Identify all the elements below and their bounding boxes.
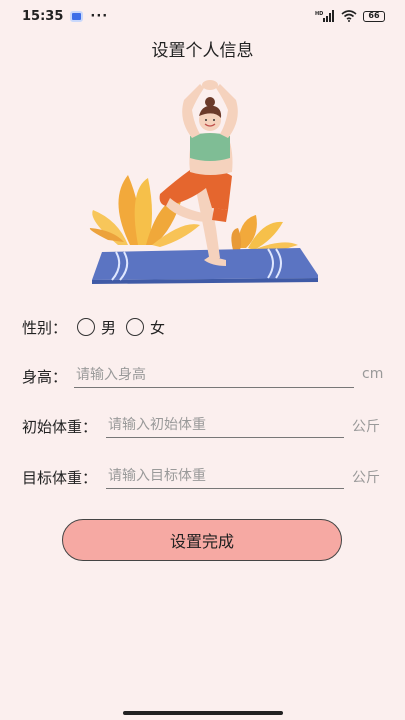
initial-weight-row: 初始体重： 公斤 xyxy=(22,410,387,440)
gender-male-label[interactable]: 男 xyxy=(101,317,116,338)
gender-female-radio[interactable] xyxy=(126,318,145,336)
initial-weight-label: 初始体重： xyxy=(22,418,98,436)
home-indicator[interactable] xyxy=(123,711,283,715)
initial-weight-input[interactable] xyxy=(106,412,344,438)
initial-weight-unit: 公斤 xyxy=(352,419,380,435)
gender-row: 性别： 男 女 xyxy=(22,314,165,340)
page-title: 设置个人信息 xyxy=(151,41,254,61)
yoga-mat xyxy=(92,248,318,280)
green-top xyxy=(190,133,230,161)
submit-button[interactable]: 设置完成 xyxy=(62,519,342,561)
status-left: 15:35 ··· xyxy=(22,9,108,24)
target-weight-row: 目标体重： 公斤 xyxy=(22,461,387,491)
more-notifications-icon: ··· xyxy=(90,8,109,24)
gender-label: 性别： xyxy=(22,318,68,337)
yoga-illustration xyxy=(89,80,318,284)
wifi-icon xyxy=(341,10,357,22)
target-weight-unit: 公斤 xyxy=(352,470,380,486)
network-type-label: HD xyxy=(315,11,323,17)
status-time: 15:35 xyxy=(22,8,64,24)
gender-male-radio[interactable] xyxy=(77,318,96,336)
leaf-decoration-right xyxy=(231,215,298,252)
height-label: 身高： xyxy=(22,368,68,386)
height-row: 身高： cm xyxy=(22,360,387,390)
status-bar: 15:35 ··· HD 66 xyxy=(0,0,405,32)
height-unit: cm xyxy=(362,366,384,382)
signal-icon: HD xyxy=(315,10,334,22)
app-notification-icon xyxy=(70,10,84,22)
target-weight-input[interactable] xyxy=(106,463,344,489)
status-right: HD 66 xyxy=(315,10,385,22)
gender-female-label[interactable]: 女 xyxy=(150,317,165,338)
battery-icon: 66 xyxy=(363,10,385,22)
target-weight-label: 目标体重： xyxy=(22,469,98,487)
height-input[interactable] xyxy=(74,362,354,388)
